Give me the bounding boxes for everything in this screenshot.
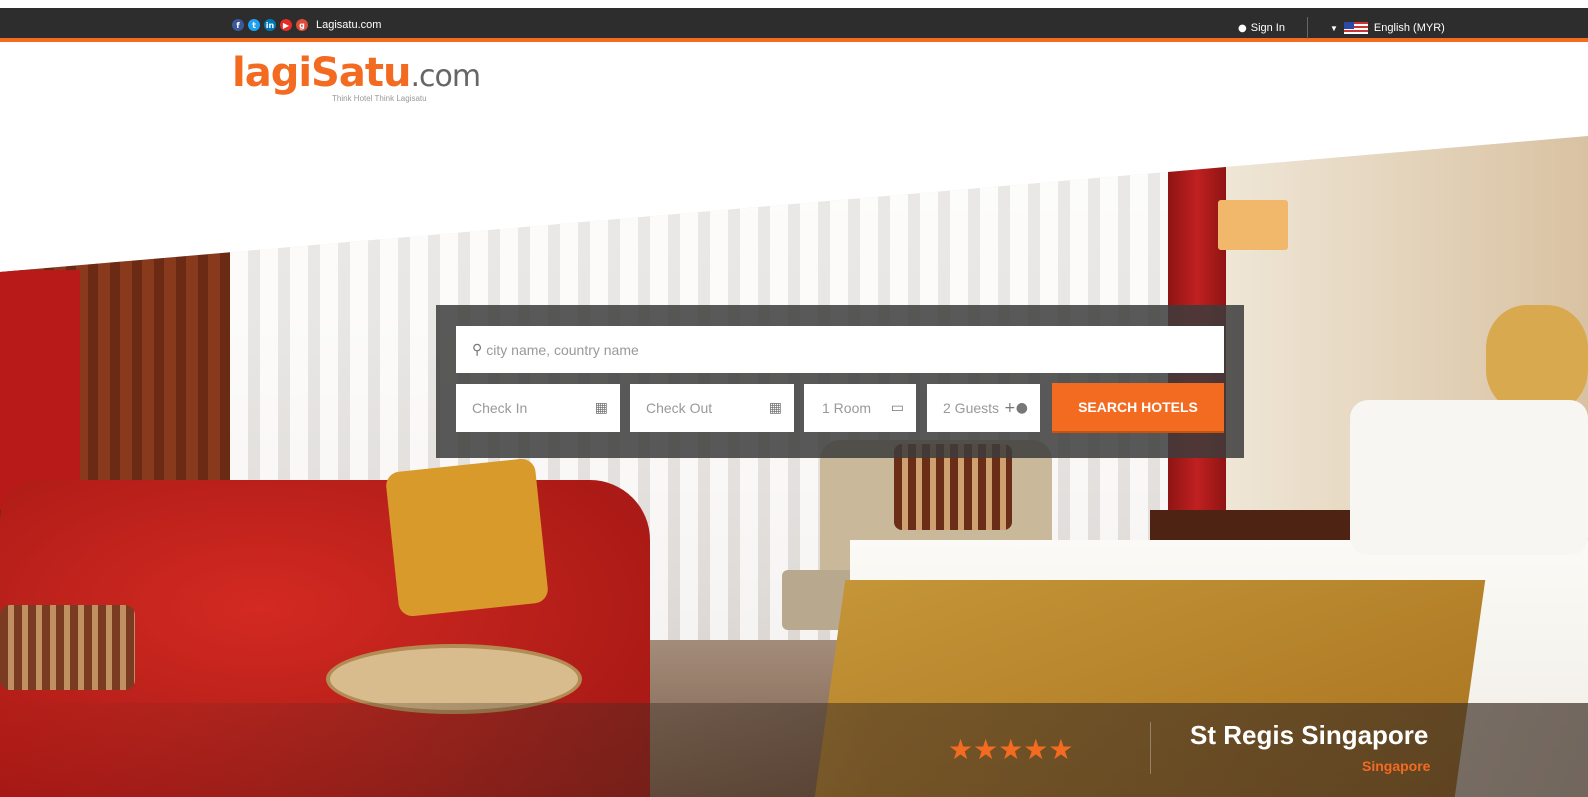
site-link[interactable]: Lagisatu.com [316, 19, 381, 31]
red-curtain-left [0, 270, 80, 510]
top-bar: f t in ▶ g Lagisatu.com ● Sign In ▼ Engl… [0, 8, 1588, 42]
caret-down-icon: ▼ [1330, 23, 1338, 33]
check-out-field[interactable]: Check Out ▦ [630, 384, 794, 432]
room-selector[interactable]: 1 Room ▭ [804, 384, 916, 432]
twitter-icon[interactable]: t [248, 19, 260, 31]
logo-satu: Satu [311, 50, 411, 96]
calendar-icon: ▦ [594, 400, 608, 416]
logo-com: .com [410, 59, 481, 94]
bed-icon: ▭ [890, 400, 904, 416]
google-plus-icon[interactable]: g [296, 19, 308, 31]
logo-lagi: lagi [232, 50, 312, 96]
topbar-divider [1307, 17, 1308, 39]
destination-field[interactable]: ⚲ [456, 326, 1224, 373]
sign-in-label: Sign In [1250, 22, 1285, 34]
star-rating: ★★★★★ [948, 733, 1074, 766]
caption-divider [1150, 722, 1151, 774]
check-in-field[interactable]: Check In ▦ [456, 384, 620, 432]
logo-tagline: Think Hotel Think Lagisatu [332, 94, 427, 103]
room-label: 1 Room [822, 400, 872, 416]
guests-selector[interactable]: 2 Guests +● [927, 384, 1040, 432]
youtube-icon[interactable]: ▶ [280, 19, 292, 31]
wall-lamp [1218, 200, 1288, 250]
language-label: English (MYR) [1373, 22, 1445, 34]
striped-pillow [0, 605, 135, 690]
us-flag-icon [1343, 22, 1368, 34]
check-in-label: Check In [472, 400, 528, 416]
linkedin-icon[interactable]: in [264, 19, 276, 31]
teddy-bear [1486, 305, 1588, 413]
user-icon: ● [1238, 22, 1247, 34]
featured-hotel-city: Singapore [1362, 758, 1431, 774]
facebook-icon[interactable]: f [232, 19, 244, 31]
bed-pillow [1350, 400, 1588, 555]
sign-in-link[interactable]: ● Sign In [1238, 22, 1285, 34]
page: f t in ▶ g Lagisatu.com ● Sign In ▼ Engl… [0, 0, 1588, 797]
search-hotels-button[interactable]: SEARCH HOTELS [1052, 383, 1224, 431]
calendar-icon: ▦ [768, 400, 782, 416]
guests-label: 2 Guests [943, 400, 1000, 416]
add-user-icon: +● [1004, 400, 1028, 416]
map-pin-icon: ⚲ [472, 341, 483, 357]
language-selector[interactable]: ▼ English (MYR) [1330, 22, 1445, 34]
social-links: f t in ▶ g Lagisatu.com [232, 19, 381, 31]
check-out-label: Check Out [646, 400, 713, 416]
gold-cushion [384, 457, 550, 618]
hotel-search-form: ⚲ Check In ▦ Check Out ▦ 1 Room ▭ 2 Gues… [436, 305, 1244, 458]
featured-hotel-name[interactable]: St Regis Singapore [1190, 720, 1428, 751]
destination-input[interactable] [486, 341, 1187, 358]
site-logo[interactable]: lagiSatu.com Think Hotel Think Lagisatu [232, 50, 481, 103]
